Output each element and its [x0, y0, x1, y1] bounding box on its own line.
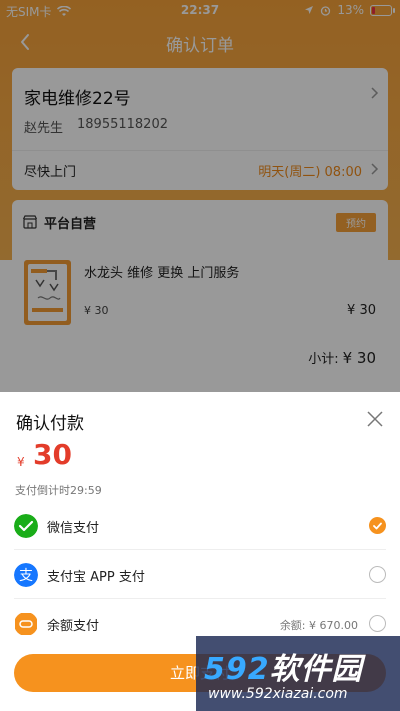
delivery-label: 尽快上门 [24, 165, 77, 180]
line-price: ¥ 30 [347, 303, 376, 318]
order-item-card: 平台自营 预约 水龙头 维修 更换 上门服务 ¥ 30 ¥ 30 小计: ¥ 30 [12, 200, 388, 380]
shop-name: 平台自营 [44, 217, 97, 232]
location-arrow-icon [305, 6, 314, 14]
faucet-icon [31, 269, 63, 312]
battery-percent: 13% [337, 3, 364, 17]
watermark-url: www.592xiazai.com [208, 686, 348, 702]
pay-method-label: 微信支付 [47, 521, 100, 536]
store-icon [22, 215, 38, 229]
pay-method-wechat[interactable]: 微信支付 [14, 502, 386, 550]
status-bar: 无SIM卡 22:37 13% [0, 0, 400, 22]
battery-icon [370, 4, 395, 16]
nav-bar: 确认订单 [0, 22, 400, 62]
divider [12, 150, 388, 151]
svg-text:支: 支 [19, 568, 33, 584]
page-title: 确认订单 [166, 36, 234, 56]
address-card[interactable]: 家电维修22号 赵先生 18955118202 尽快上门 明天(周二) 08:0… [12, 68, 388, 190]
subtotal-label: 小计: [308, 352, 339, 367]
contact-name: 赵先生 [24, 121, 64, 136]
radio-unselected[interactable] [369, 615, 386, 632]
product-name: 水龙头 维修 更换 上门服务 [84, 266, 240, 281]
radio-selected[interactable] [369, 517, 386, 534]
pay-method-label: 余额支付 [47, 619, 100, 634]
payment-countdown: 支付倒计时29:59 [15, 484, 102, 497]
chevron-right-icon [371, 163, 379, 175]
address-name: 家电维修22号 [24, 89, 131, 109]
wallet-icon [15, 613, 37, 635]
appointment-badge: 预约 [336, 213, 376, 232]
contact-info: 赵先生 18955118202 [24, 117, 168, 136]
check-icon [373, 522, 382, 530]
chevron-right-icon [371, 87, 379, 99]
wechat-pay-icon [14, 514, 38, 538]
delivery-time[interactable]: 明天(周二) 08:00 [258, 161, 362, 180]
close-icon[interactable] [366, 410, 384, 428]
pay-method-label: 支付宝 APP 支付 [47, 570, 145, 585]
sheet-title: 确认付款 [16, 414, 84, 434]
unit-price: ¥ 30 [84, 304, 109, 317]
contact-phone: 18955118202 [77, 117, 168, 132]
watermark: 592软件园 www.592xiazai.com [196, 636, 400, 711]
alarm-icon [321, 5, 331, 16]
subtotal-amount: ¥ 30 [342, 349, 376, 367]
balance-amount: 余额: ¥ 670.00 [279, 619, 358, 632]
watermark-logo: 592软件园 [204, 652, 363, 687]
pay-method-alipay[interactable]: 支 支付宝 APP 支付 [14, 551, 386, 599]
subtotal: 小计: ¥ 30 [308, 348, 376, 367]
payment-amount: 30 [33, 438, 72, 471]
radio-unselected[interactable] [369, 566, 386, 583]
product-thumbnail[interactable] [24, 260, 71, 325]
alipay-icon: 支 [14, 563, 38, 587]
currency-symbol: ¥ [17, 455, 25, 469]
